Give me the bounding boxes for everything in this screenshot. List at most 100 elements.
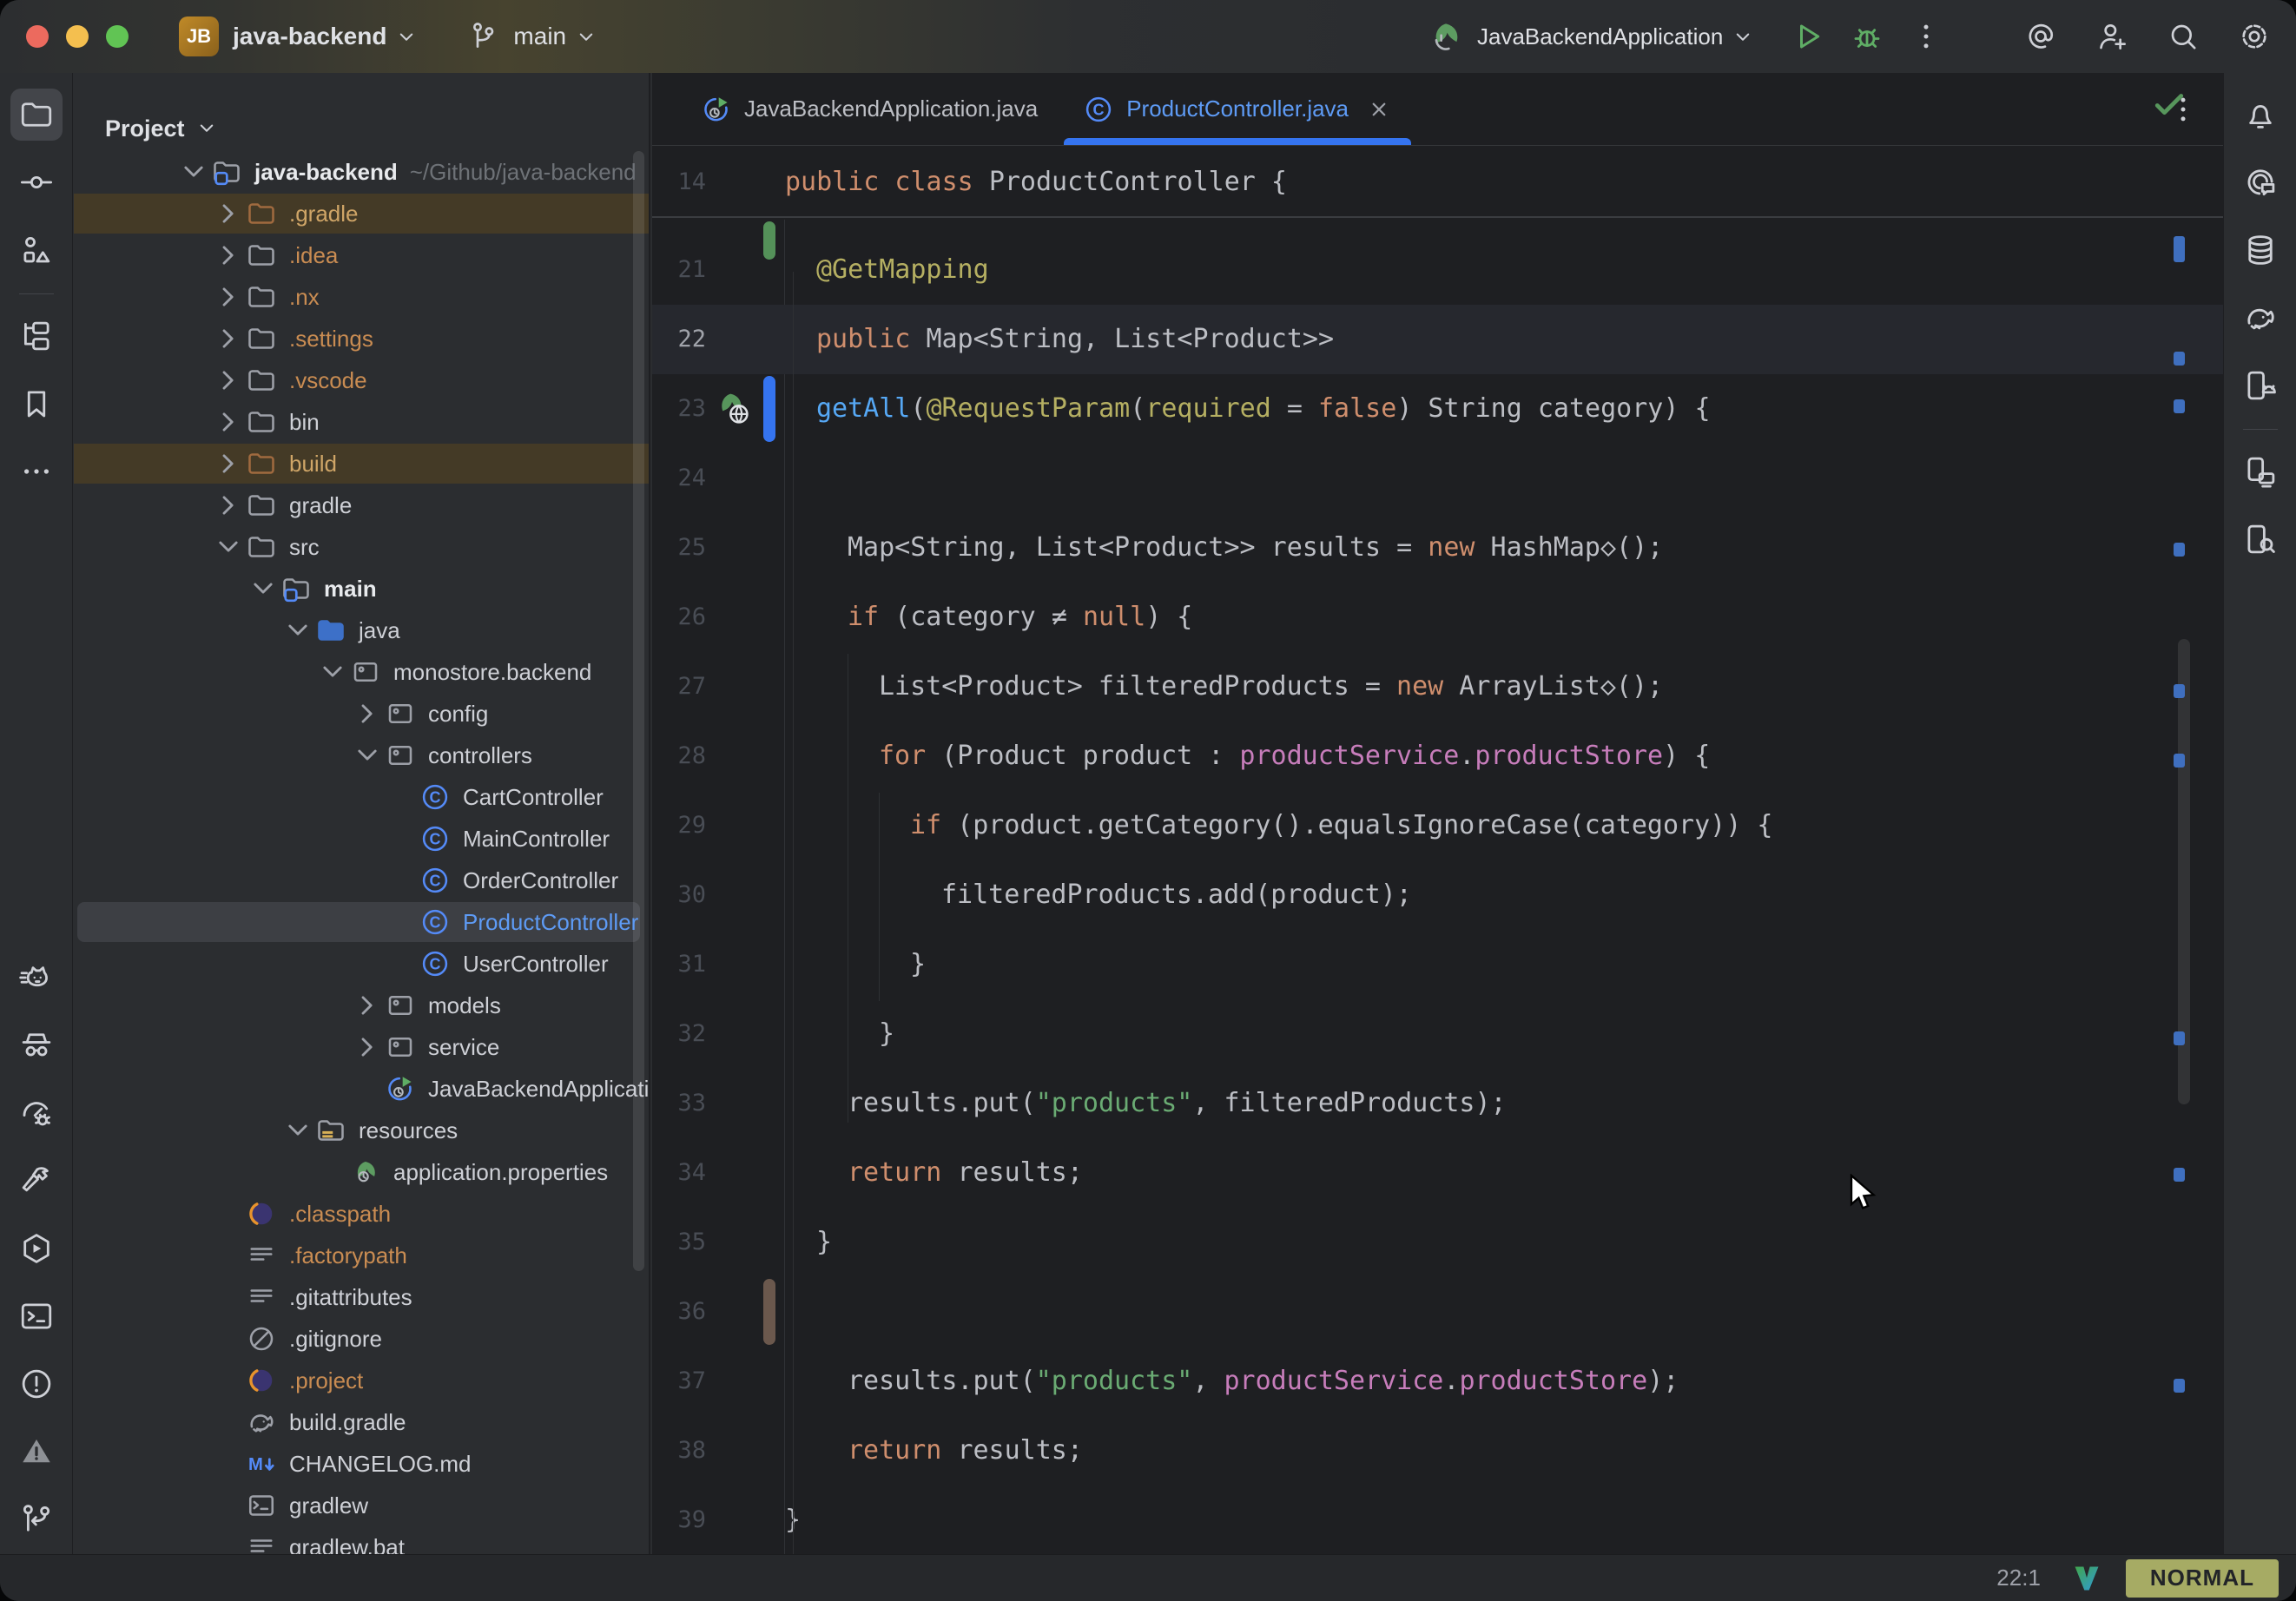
line-number[interactable]: 26	[652, 583, 706, 652]
line-number[interactable]: 30	[652, 860, 706, 930]
project-tree-scrollbar[interactable]	[633, 151, 644, 1271]
tree-item-controllers[interactable]: controllers	[74, 735, 649, 776]
tree-item--project[interactable]: .project	[74, 1360, 649, 1401]
terminal-icon[interactable]	[10, 1290, 63, 1342]
tree-item--idea[interactable]: .idea	[74, 234, 649, 276]
code-line-34[interactable]: 34return results;	[652, 1138, 2223, 1208]
tree-item-main[interactable]: main	[74, 568, 649, 609]
vcs-changed-marker[interactable]	[763, 1279, 775, 1345]
code-line-36[interactable]: 36	[652, 1277, 2223, 1347]
code-line-38[interactable]: 38return results;	[652, 1416, 2223, 1486]
sticky-header-line[interactable]: 14public class ProductController {	[652, 147, 2223, 218]
chevron-down-icon[interactable]	[211, 530, 246, 564]
running-cat-icon[interactable]	[10, 952, 63, 1004]
chevron-right-icon[interactable]	[350, 988, 385, 1023]
warnings-icon[interactable]	[10, 1426, 63, 1478]
line-number[interactable]: 21	[652, 235, 706, 305]
tree-item-gradlew-bat[interactable]: gradlew.bat	[74, 1526, 649, 1554]
code-line-35[interactable]: 35}	[652, 1208, 2223, 1277]
chevron-right-icon[interactable]	[350, 696, 385, 731]
tree-item-usercontroller[interactable]: CUserController	[74, 943, 649, 985]
close-tab-icon[interactable]	[1366, 96, 1392, 122]
code-line-26[interactable]: 26if (category ≠ null) {	[652, 583, 2223, 652]
chevron-down-icon[interactable]	[280, 613, 315, 648]
tree-item-javabackendapplication[interactable]: JavaBackendApplication	[74, 1068, 649, 1110]
sticky-line-number[interactable]: 14	[652, 147, 706, 218]
inspections-ok-check-icon[interactable]	[2150, 85, 2188, 123]
running-devices-icon[interactable]	[2234, 445, 2286, 497]
minimize-button[interactable]	[66, 25, 89, 48]
changed-line-stripe-mark[interactable]	[2174, 1031, 2185, 1045]
device-explorer-icon[interactable]	[2234, 513, 2286, 565]
code-line-30[interactable]: 30filteredProducts.add(product);	[652, 860, 2223, 930]
editor-tab-productcontroller-java[interactable]: CProductController.java	[1060, 73, 1415, 145]
tree-item-config[interactable]: config	[74, 693, 649, 735]
code-line-33[interactable]: 33results.put("products", filteredProduc…	[652, 1069, 2223, 1138]
code-line-31[interactable]: 31}	[652, 930, 2223, 999]
changed-line-stripe-mark[interactable]	[2174, 352, 2185, 366]
hierarchy-icon[interactable]	[10, 310, 63, 362]
commit-icon[interactable]	[10, 156, 63, 208]
line-number[interactable]: 29	[652, 791, 706, 860]
chevron-down-icon[interactable]	[315, 655, 350, 689]
tree-item-build-gradle[interactable]: build.gradle	[74, 1401, 649, 1443]
chevron-down-icon[interactable]	[176, 155, 211, 189]
tree-item--factorypath[interactable]: .factorypath	[74, 1235, 649, 1276]
code-line-23[interactable]: 23getAll(@RequestParam(required = false)…	[652, 374, 2223, 444]
chevron-right-icon[interactable]	[211, 405, 246, 439]
structure-icon[interactable]	[10, 224, 63, 276]
close-button[interactable]	[26, 25, 49, 48]
run-icon[interactable]	[1791, 19, 1825, 54]
code-line-21[interactable]: 21@GetMapping	[652, 235, 2223, 305]
tree-item-models[interactable]: models	[74, 985, 649, 1026]
services-icon[interactable]	[10, 1222, 63, 1275]
editor-tab-javabackendapplication-java[interactable]: JavaBackendApplication.java	[678, 73, 1060, 145]
kebab-icon[interactable]	[1909, 19, 1943, 54]
profiler-icon[interactable]	[10, 1087, 63, 1139]
tree-item-ordercontroller[interactable]: COrderController	[74, 860, 649, 901]
project-folder-icon[interactable]	[10, 89, 63, 141]
tree-item-gradle[interactable]: gradle	[74, 484, 649, 526]
ai-assistant-icon[interactable]	[2234, 156, 2286, 208]
code-line-27[interactable]: 27List<Product> filteredProducts = new A…	[652, 652, 2223, 721]
tree-item--gitattributes[interactable]: .gitattributes	[74, 1276, 649, 1318]
chevron-right-icon[interactable]	[211, 488, 246, 523]
chevron-right-icon[interactable]	[350, 1030, 385, 1064]
more-icon[interactable]	[10, 445, 63, 497]
vcs-changed-marker[interactable]	[763, 376, 775, 442]
code-line-25[interactable]: 25Map<String, List<Product>> results = n…	[652, 513, 2223, 583]
chevron-down-icon[interactable]	[246, 571, 280, 606]
debug-icon[interactable]	[1850, 19, 1884, 54]
tree-item--nx[interactable]: .nx	[74, 276, 649, 318]
zoom-button[interactable]	[106, 25, 129, 48]
code-line-24[interactable]: 24	[652, 444, 2223, 513]
chevron-down-icon[interactable]	[280, 1113, 315, 1148]
tree-item--vscode[interactable]: .vscode	[74, 359, 649, 401]
gradle-icon[interactable]	[2234, 292, 2286, 344]
code-line-28[interactable]: 28for (Product product : productService.…	[652, 721, 2223, 791]
chevron-right-icon[interactable]	[211, 280, 246, 314]
project-widget[interactable]: java-backend	[219, 23, 419, 50]
chevron-right-icon[interactable]	[211, 196, 246, 231]
tree-item-java-backend[interactable]: java-backend~/Github/java-backend	[74, 151, 649, 193]
line-number[interactable]: 27	[652, 652, 706, 721]
search-icon[interactable]	[2166, 19, 2200, 54]
changed-line-stripe-mark[interactable]	[2174, 684, 2185, 698]
tree-item-service[interactable]: service	[74, 1026, 649, 1068]
line-number[interactable]: 38	[652, 1416, 706, 1486]
tree-item-monostore-backend[interactable]: monostore.backend	[74, 651, 649, 693]
code-line-32[interactable]: 32}	[652, 999, 2223, 1069]
line-number[interactable]: 24	[652, 444, 706, 513]
project-avatar[interactable]: JB	[179, 16, 219, 56]
tree-item--settings[interactable]: .settings	[74, 318, 649, 359]
settings-icon[interactable]	[2237, 19, 2272, 54]
tree-item-application-properties[interactable]: application.properties	[74, 1151, 649, 1193]
line-number[interactable]: 36	[652, 1277, 706, 1347]
code-line-39[interactable]: 39}	[652, 1486, 2223, 1554]
chevron-right-icon[interactable]	[211, 446, 246, 481]
line-number[interactable]: 23	[652, 374, 706, 444]
tree-item-resources[interactable]: resources	[74, 1110, 649, 1151]
device-manager-icon[interactable]	[2234, 359, 2286, 412]
tree-item-build[interactable]: build	[74, 443, 649, 484]
database-icon[interactable]	[2234, 224, 2286, 276]
